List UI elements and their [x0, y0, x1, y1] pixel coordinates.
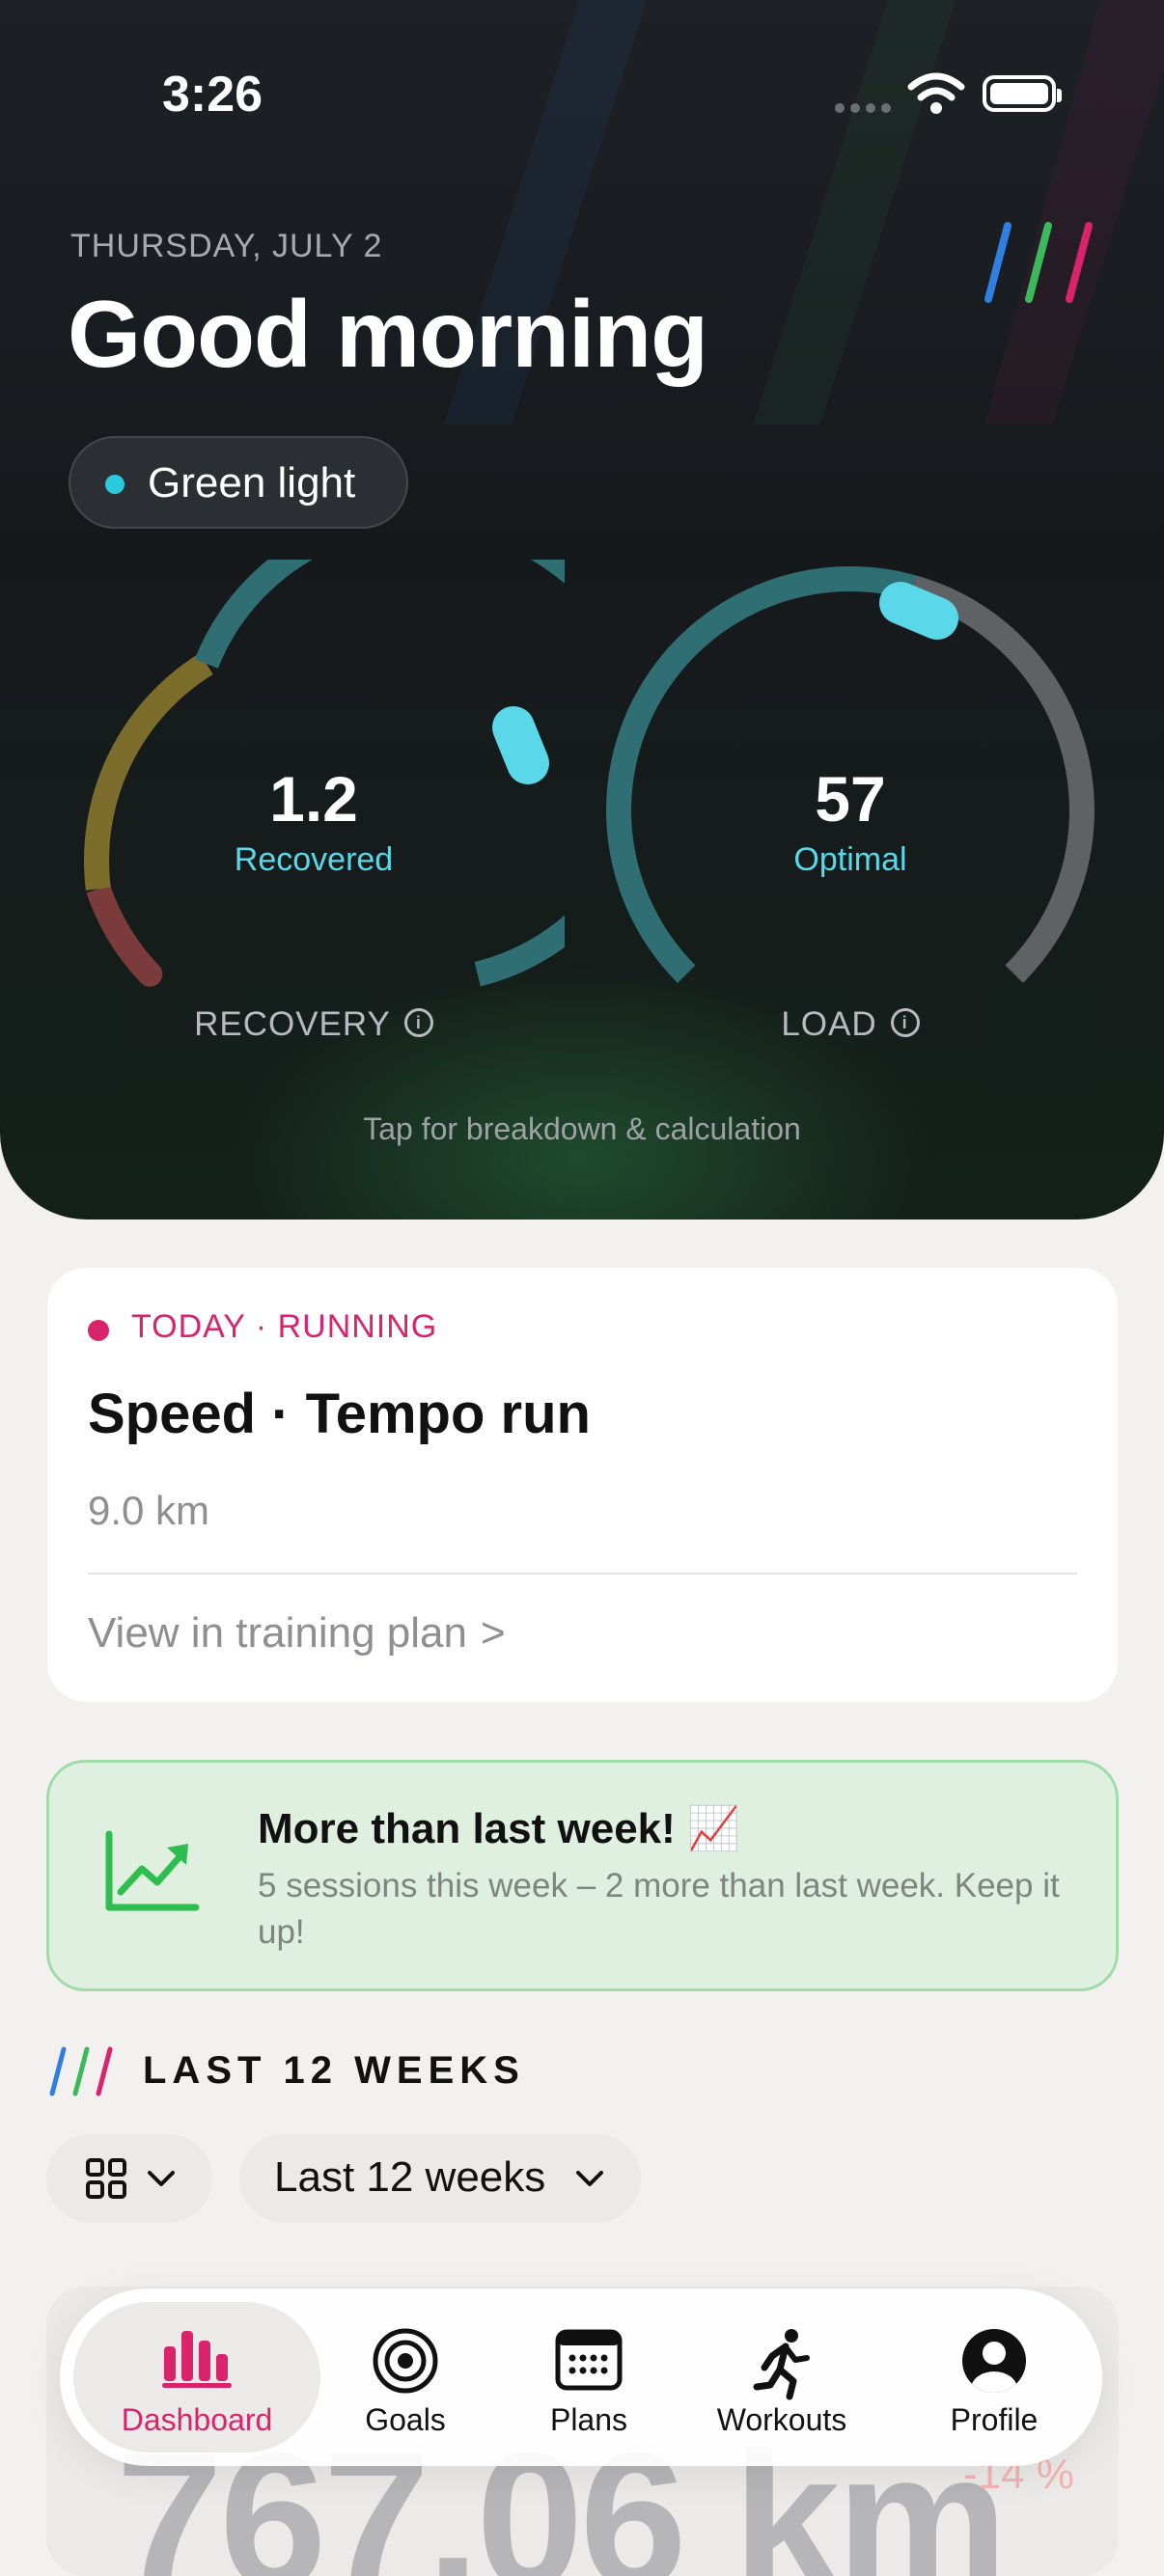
tab-label: Workouts — [716, 2402, 847, 2437]
profile-icon — [962, 2329, 1026, 2393]
cellular-signal-icon — [835, 103, 891, 113]
load-label-row[interactable]: LOAD i — [599, 1005, 1101, 1044]
load-value: 57 — [815, 763, 886, 835]
tab-goals[interactable]: Goals — [340, 2302, 471, 2453]
view-in-plan-label: View in training plan — [88, 1609, 467, 1657]
tab-label: Dashboard — [121, 2402, 273, 2437]
section-slashes-icon — [49, 2046, 113, 2096]
chevron-down-icon — [576, 2171, 603, 2186]
status-dot — [105, 475, 125, 494]
tab-dashboard[interactable]: Dashboard — [73, 2302, 320, 2453]
section-title: LAST 12 WEEKS — [143, 2049, 525, 2092]
bottom-tab-bar: Dashboard Goals Plans Workouts Profile — [60, 2288, 1102, 2466]
info-icon[interactable]: i — [890, 1007, 920, 1037]
tap-hint: Tap for breakdown & calculation — [363, 1111, 801, 1146]
app-logo-slashes-icon — [984, 222, 1093, 303]
divider — [88, 1573, 1077, 1575]
recovery-label-row[interactable]: RECOVERY i — [63, 1005, 565, 1044]
tag-dot — [88, 1320, 109, 1341]
today-tag: TODAY · RUNNING — [131, 1308, 438, 1345]
tab-workouts[interactable]: Workouts — [697, 2302, 867, 2453]
layout-toggle-button[interactable] — [46, 2134, 212, 2223]
recovery-state: Recovered — [234, 841, 394, 878]
readiness-status-pill[interactable]: Green light — [69, 436, 408, 529]
workout-title: Speed · Tempo run — [88, 1383, 591, 1445]
wifi-icon — [907, 72, 965, 114]
load-state: Optimal — [793, 841, 907, 878]
tab-plans[interactable]: Plans — [523, 2302, 654, 2453]
trending-up-icon — [105, 1830, 200, 1911]
load-gauge[interactable]: 57 Optimal LOAD i — [599, 560, 1101, 1100]
workout-distance: 9.0 km — [88, 1488, 210, 1533]
load-label: LOAD — [781, 1005, 877, 1043]
chevron-right-icon: > — [481, 1609, 506, 1657]
bar-chart-icon — [162, 2331, 232, 2388]
view-in-plan-link[interactable]: View in training plan > — [88, 1609, 506, 1658]
greeting-title: Good morning — [68, 281, 708, 387]
tab-label: Plans — [549, 2402, 628, 2437]
weekly-progress-banner: More than last week! 📈 5 sessions this w… — [46, 1760, 1119, 1991]
hero-panel[interactable]: 3:26 THURSDAY, JULY 2 Good morning Green… — [0, 0, 1164, 1219]
recovery-value: 1.2 — [269, 763, 358, 835]
banner-body: 5 sessions this week – 2 more than last … — [258, 1867, 1060, 1951]
status-time: 3:26 — [162, 67, 263, 123]
runner-icon — [753, 2329, 810, 2400]
status-pill-label: Green light — [148, 459, 356, 507]
today-workout-card[interactable]: TODAY · RUNNING Speed · Tempo run 9.0 km… — [47, 1268, 1118, 1702]
tab-label: Profile — [950, 2402, 1039, 2437]
tab-label: Goals — [365, 2402, 446, 2437]
info-icon[interactable]: i — [403, 1007, 433, 1037]
date-range-select[interactable]: Last 12 weeks — [239, 2134, 641, 2223]
recovery-label: RECOVERY — [194, 1005, 391, 1043]
target-icon — [373, 2328, 438, 2394]
battery-icon — [983, 75, 1062, 112]
tab-profile[interactable]: Profile — [909, 2302, 1079, 2453]
calendar-icon — [555, 2329, 623, 2391]
date-range-value: Last 12 weeks — [274, 2153, 546, 2201]
chevron-down-icon — [148, 2171, 175, 2186]
grid-icon — [86, 2158, 126, 2199]
date-label: THURSDAY, JULY 2 — [70, 228, 383, 264]
banner-title: More than last week! 📈 — [258, 1805, 740, 1852]
recovery-gauge[interactable]: 1.2 Recovered RECOVERY i — [63, 560, 565, 1100]
